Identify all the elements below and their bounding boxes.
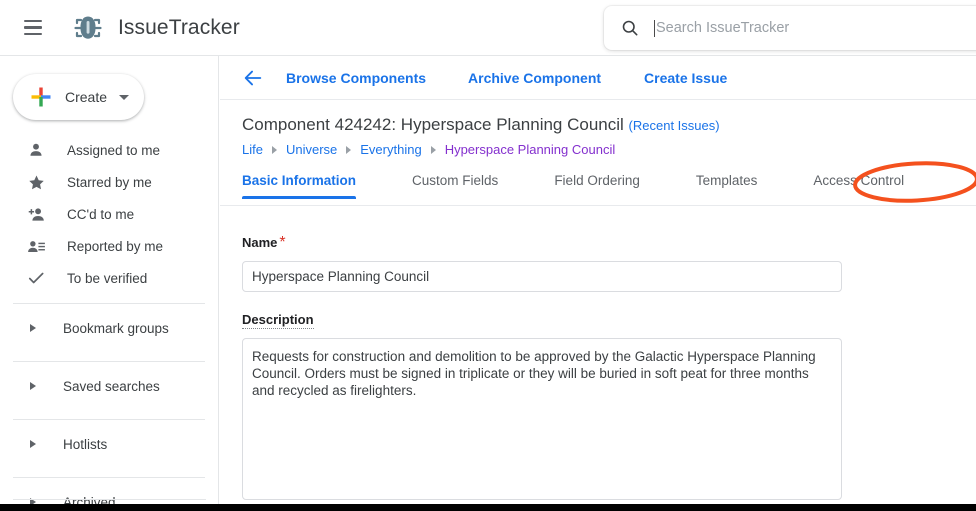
tab-bar: Basic Information Custom Fields Field Or… (220, 161, 976, 206)
name-field-group: Name * (242, 234, 976, 292)
horizontal-scrollbar[interactable] (0, 504, 976, 511)
sidebar-item-label: CC'd to me (67, 206, 135, 222)
create-issue-link[interactable]: Create Issue (644, 70, 727, 86)
sidebar-item-label: Reported by me (67, 238, 164, 254)
hamburger-menu-icon[interactable] (24, 16, 48, 40)
sidebar-section-label: Saved searches (63, 378, 160, 394)
breadcrumb-item-life[interactable]: Life (242, 142, 263, 157)
create-button[interactable]: Create (13, 74, 144, 120)
breadcrumb-item-universe[interactable]: Universe (286, 142, 337, 157)
sidebar-section-bookmark-groups[interactable]: Bookmark groups (0, 304, 218, 352)
page-title: Component 424242: Hyperspace Planning Co… (242, 115, 976, 135)
basic-information-form: Name* Description (220, 206, 976, 505)
app-brand-title: IssueTracker (118, 15, 240, 39)
create-button-label: Create (65, 89, 108, 105)
sidebar-section-saved-searches[interactable]: Saved searches (0, 362, 218, 410)
sidebar-item-label: Assigned to me (67, 142, 161, 158)
breadcrumb-separator-icon (271, 145, 277, 154)
description-field-group: Description (242, 311, 976, 505)
description-textarea[interactable] (242, 338, 842, 500)
description-field-label: Description (242, 312, 314, 329)
top-header: IssueTracker Search IssueTracker (0, 0, 976, 56)
breadcrumb-separator-icon (430, 145, 436, 154)
name-field-label: Name (242, 235, 278, 250)
search-bar[interactable]: Search IssueTracker (604, 6, 976, 50)
name-input[interactable] (242, 261, 842, 292)
app-root: IssueTracker Search IssueTracker Create (0, 0, 976, 511)
bug-logo-icon (70, 10, 106, 46)
colored-plus-icon (31, 87, 51, 107)
sidebar-nav-list: Assigned to me Starred by me CC'd to me … (0, 134, 218, 294)
archive-component-link[interactable]: Archive Component (468, 70, 601, 86)
tab-custom-fields[interactable]: Custom Fields (412, 173, 498, 198)
triangle-right-icon (30, 324, 36, 332)
page-title-text: Component 424242: Hyperspace Planning Co… (242, 115, 624, 134)
sidebar-item-ccd-to-me[interactable]: CC'd to me (0, 198, 218, 230)
sidebar-item-label: Starred by me (67, 174, 152, 190)
sidebar-item-starred-by-me[interactable]: Starred by me (0, 166, 218, 198)
back-arrow-icon[interactable] (242, 67, 264, 89)
tab-basic-information[interactable]: Basic Information (242, 173, 357, 199)
sidebar-item-assigned-to-me[interactable]: Assigned to me (0, 134, 218, 166)
breadcrumb-item-hyperspace-planning-council[interactable]: Hyperspace Planning Council (445, 142, 616, 157)
form-spacer (242, 292, 976, 311)
required-asterisk: * (279, 234, 286, 251)
person-add-icon (26, 204, 46, 224)
search-input[interactable]: Search IssueTracker (656, 20, 789, 36)
search-icon (622, 20, 638, 36)
sidebar-divider (13, 499, 206, 500)
breadcrumb-separator-icon (346, 145, 352, 154)
triangle-right-icon (30, 440, 36, 448)
tab-field-ordering[interactable]: Field Ordering (554, 173, 640, 198)
triangle-right-icon (30, 382, 36, 390)
sidebar-item-label: To be verified (67, 270, 148, 286)
breadcrumb: Life Universe Everything Hyperspace Plan… (242, 142, 976, 157)
tab-templates[interactable]: Templates (696, 173, 758, 198)
sidebar-section-hotlists[interactable]: Hotlists (0, 420, 218, 468)
sidebar-section-label: Bookmark groups (63, 320, 169, 336)
chevron-down-icon[interactable] (119, 94, 130, 100)
sidebar-section-label: Hotlists (63, 436, 108, 452)
person-list-icon (26, 236, 46, 256)
main-content: Browse Components Archive Component Crea… (220, 56, 976, 511)
left-sidebar: Create Assigned to me Starred by me CC'd… (0, 56, 219, 511)
sidebar-item-to-be-verified[interactable]: To be verified (0, 262, 218, 294)
breadcrumb-item-everything[interactable]: Everything (360, 142, 421, 157)
tab-access-control[interactable]: Access Control (813, 173, 904, 198)
person-icon (26, 140, 46, 160)
recent-issues-link[interactable]: (Recent Issues) (629, 118, 720, 133)
browse-components-link[interactable]: Browse Components (286, 70, 426, 86)
title-block: Component 424242: Hyperspace Planning Co… (220, 100, 976, 157)
star-icon (26, 172, 46, 192)
action-bar: Browse Components Archive Component Crea… (220, 56, 976, 100)
sidebar-item-reported-by-me[interactable]: Reported by me (0, 230, 218, 262)
check-icon (26, 268, 46, 288)
search-text-cursor (654, 19, 655, 37)
